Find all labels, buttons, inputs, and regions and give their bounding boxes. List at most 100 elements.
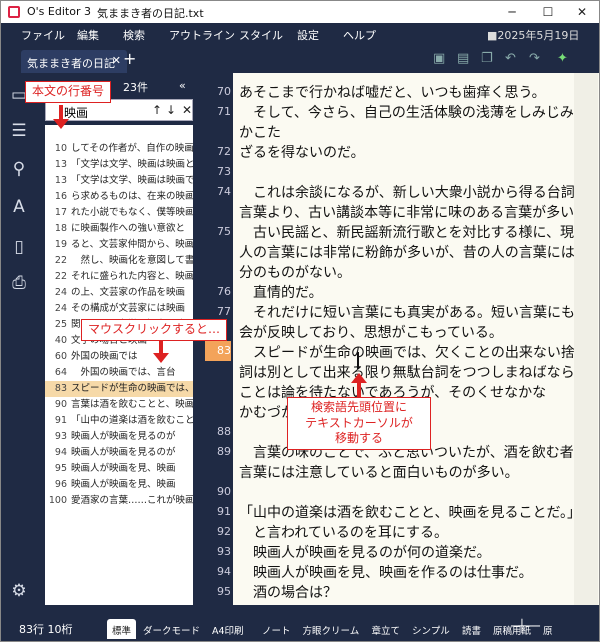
menu-edit[interactable]: 編集 bbox=[77, 27, 99, 43]
search-result-item[interactable]: 19 ると、文芸家仲間から、映画 bbox=[45, 237, 193, 253]
line-text: 映画人が映画を見、映画を作るのは仕事だ。 bbox=[239, 565, 533, 581]
editor-line[interactable]: 73 bbox=[205, 161, 599, 181]
search-result-item[interactable]: 13 「文学は文学、映画は映画と bbox=[45, 157, 193, 173]
search-result-item[interactable]: 90 言葉は酒を飲むことと、映画 bbox=[45, 397, 193, 413]
print-icon[interactable]: ⎙ bbox=[8, 273, 30, 293]
editor-line[interactable]: 72 ざるを得ないのだ。 bbox=[205, 141, 599, 161]
menu-help[interactable]: ヘルプ bbox=[343, 27, 376, 43]
save-icon[interactable]: ▣ bbox=[433, 51, 445, 66]
collapse-icon[interactable]: « bbox=[179, 79, 186, 92]
prev-result-button[interactable]: ↑ bbox=[152, 103, 162, 117]
scrollbar[interactable] bbox=[574, 73, 598, 605]
editor-line[interactable]: 71 そして、今さら、自己の生活体験の浅薄をしみじみと bbox=[205, 101, 599, 121]
editor-line[interactable]: 93 映画人が映画を見るのが何の道楽だ。 bbox=[205, 541, 599, 561]
magic-icon[interactable]: ✦ bbox=[557, 51, 568, 66]
style-tab[interactable]: 標準 bbox=[107, 619, 137, 639]
editor-line[interactable]: 言葉には注意していると面白いものが多い。 bbox=[205, 461, 599, 481]
zoom-slider[interactable]: ─┼── bbox=[511, 619, 540, 633]
menu-outline[interactable]: アウトライン bbox=[169, 27, 235, 43]
pdf-icon[interactable]: ▯ bbox=[8, 237, 30, 257]
result-line-number: 17 bbox=[54, 207, 67, 218]
editor-line[interactable]: 74 これは余談になるが、新しい大衆小説から得る台詞の bbox=[205, 181, 599, 201]
style-tab[interactable]: ノート bbox=[257, 619, 296, 639]
search-result-item[interactable]: 10 してその作者が、自作の映画 bbox=[45, 141, 193, 157]
editor-line[interactable]: かこた bbox=[205, 121, 599, 141]
editor-line[interactable]: 95 酒の場合は？ bbox=[205, 581, 599, 601]
search-result-item[interactable]: 22 それに盛られた内容と、映画 bbox=[45, 269, 193, 285]
editor-line[interactable]: 会が反映しており、思想がこもっている。 bbox=[205, 321, 599, 341]
editor-line[interactable]: 分のものがない。 bbox=[205, 261, 599, 281]
style-tab[interactable]: シンプル bbox=[407, 619, 455, 639]
style-tab[interactable]: 原 bbox=[538, 619, 558, 639]
close-button[interactable]: ✕ bbox=[565, 1, 599, 23]
search-result-item[interactable]: 22 然し、映画化を意図して書 bbox=[45, 253, 193, 269]
style-tab[interactable]: 読書 bbox=[457, 619, 486, 639]
search-result-item[interactable]: 83 スピードが生命の映画では、 bbox=[45, 381, 193, 397]
editor-line[interactable]: 人の言葉には非常に粉飾が多いが、昔の人の言葉には余 bbox=[205, 241, 599, 261]
result-text: に映画製作への強い意欲と bbox=[71, 223, 186, 234]
font-icon[interactable]: A bbox=[8, 197, 30, 217]
search-result-item[interactable]: 16 ら求めるものは、在来の映画 bbox=[45, 189, 193, 205]
search-result-item[interactable]: 17 れた小説でもなく、僕等映画 bbox=[45, 205, 193, 221]
result-text: ら求めるものは、在来の映画 bbox=[71, 191, 193, 202]
gear-icon[interactable]: ⚙ bbox=[8, 581, 30, 601]
line-text: そして、今さら、自己の生活体験の浅薄をしみじみと bbox=[239, 105, 588, 121]
style-tab[interactable]: 章立て bbox=[367, 619, 406, 639]
redo-icon[interactable]: ↷ bbox=[529, 51, 540, 66]
editor-line[interactable]: 70 あそこまで行かねば嘘だと、いつも歯痒く思う。 bbox=[205, 81, 599, 101]
list-icon[interactable]: ☰ bbox=[8, 121, 30, 141]
menu-settings[interactable]: 設定 bbox=[297, 27, 319, 43]
editor-line[interactable]: 94 映画人が映画を見、映画を作るのは仕事だ。 bbox=[205, 561, 599, 581]
text-editor[interactable]: 70 あそこまで行かねば嘘だと、いつも歯痒く思う。 71 そして、今さら、自己の生活… bbox=[205, 73, 599, 605]
result-text: それに盛られた内容と、映画 bbox=[71, 271, 193, 282]
search-result-item[interactable]: 60 外国の映画では bbox=[45, 349, 193, 365]
maximize-button[interactable]: ☐ bbox=[531, 1, 565, 23]
result-line-number: 13 bbox=[54, 175, 67, 186]
clear-search-button[interactable]: ✕ bbox=[182, 103, 192, 117]
style-tab[interactable]: 方眼クリーム bbox=[298, 619, 365, 639]
menu-style[interactable]: スタイル bbox=[239, 27, 283, 43]
search-result-item[interactable]: 96 映画人が映画を見、映画 bbox=[45, 477, 193, 493]
search-result-item[interactable]: 13 「文学は文学、映画は映画で bbox=[45, 173, 193, 189]
result-line-number: 100 bbox=[48, 495, 67, 506]
search-result-item[interactable]: 100 愛酒家の言葉……これが映画 bbox=[45, 493, 193, 509]
search-result-item[interactable]: 91 「山中の道楽は酒を飲むこと bbox=[45, 413, 193, 429]
undo-icon[interactable]: ↶ bbox=[505, 51, 516, 66]
menu-file[interactable]: ファイル bbox=[21, 27, 65, 43]
editor-line[interactable]: 詞は別として出来る限り無駄台詞をつつしまねばならぬ bbox=[205, 361, 599, 381]
style-tab[interactable]: A4印刷 bbox=[207, 619, 249, 639]
next-result-button[interactable]: ↓ bbox=[166, 103, 176, 117]
search-result-item[interactable]: 24 その構成が文芸家には映画 bbox=[45, 301, 193, 317]
copy-icon[interactable]: ❐ bbox=[481, 51, 493, 66]
line-number: 89 bbox=[217, 445, 231, 458]
editor-line[interactable]: 91 「山中の道楽は酒を飲むことと、映画を見ることだ。」 bbox=[205, 501, 599, 521]
line-number: 88 bbox=[217, 425, 231, 438]
app-window: O's Editor 3 気ままき者の日記.txt ─ ☐ ✕ ファイル 編集 … bbox=[0, 0, 600, 642]
editor-line[interactable]: 90 bbox=[205, 481, 599, 501]
document-tab[interactable]: 気ままき者の日記 ✕ bbox=[21, 50, 127, 73]
line-text: ざるを得ないのだ。 bbox=[239, 145, 365, 161]
search-result-item[interactable]: 18 に映画製作への強い意欲と bbox=[45, 221, 193, 237]
search-result-item[interactable]: 94 映画人が映画を見るのが bbox=[45, 445, 193, 461]
search-result-item[interactable]: 95 映画人が映画を見、映画 bbox=[45, 461, 193, 477]
editor-line[interactable]: 77 それだけに短い言葉にも真実がある。短い言葉にも社 bbox=[205, 301, 599, 321]
close-tab-icon[interactable]: ✕ bbox=[112, 54, 121, 67]
result-text: 外国の映画では bbox=[71, 351, 138, 362]
editor-line[interactable]: 92 と言われているのを耳にする。 bbox=[205, 521, 599, 541]
text-cursor bbox=[357, 352, 359, 369]
tab-bar: 気ままき者の日記 ✕ + ▣ ▤ ❐ ↶ ↷ ✦ bbox=[1, 45, 599, 73]
search-result-item[interactable]: 93 映画人が映画を見るのが bbox=[45, 429, 193, 445]
save-as-icon[interactable]: ▤ bbox=[457, 51, 469, 66]
editor-line[interactable]: 76 直情的だ。 bbox=[205, 281, 599, 301]
line-text: かこた bbox=[239, 125, 281, 141]
search-result-item[interactable]: 24 の上、文芸家の作品を映画 bbox=[45, 285, 193, 301]
search-icon[interactable]: ⚲ bbox=[8, 159, 30, 179]
editor-line[interactable]: 75 古い民謡と、新民謡新流行歌とを対比する様に、現代 bbox=[205, 221, 599, 241]
editor-line[interactable]: 83 スピードが生命の映画では、欠くことの出来ない捨台 bbox=[205, 341, 599, 361]
add-tab-button[interactable]: + bbox=[123, 49, 136, 68]
search-result-item[interactable]: 64 外国の映画では、言台 bbox=[45, 365, 193, 381]
menu-search[interactable]: 検索 bbox=[123, 27, 145, 43]
minimize-button[interactable]: ─ bbox=[495, 1, 529, 23]
editor-line[interactable]: 言葉より、古い講談本等に非常に味のある言葉が多い。 bbox=[205, 201, 599, 221]
style-tab[interactable]: ダークモード bbox=[138, 619, 205, 639]
